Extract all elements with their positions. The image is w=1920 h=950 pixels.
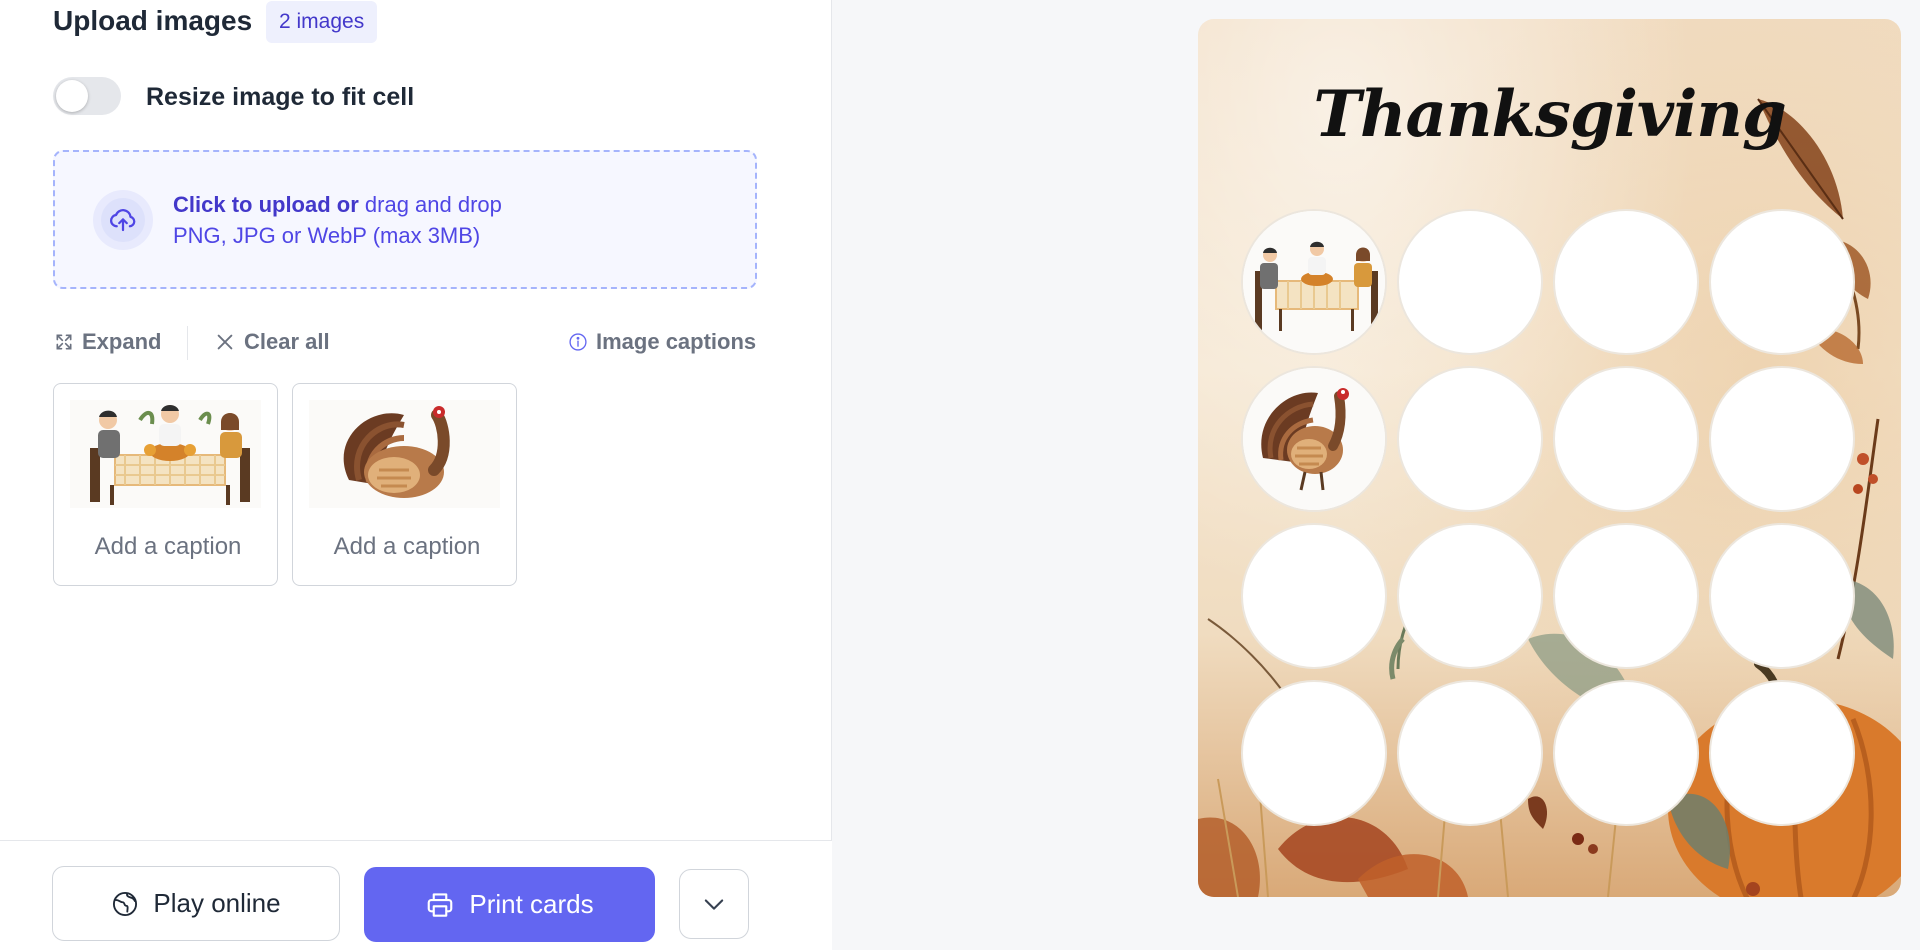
- upload-icon-circle: [93, 190, 153, 250]
- dropzone-formats: PNG, JPG or WebP (max 3MB): [173, 223, 481, 248]
- printer-icon: [428, 892, 453, 917]
- play-online-button[interactable]: Play online: [52, 866, 340, 941]
- image-captions-button[interactable]: Image captions: [568, 327, 756, 357]
- card-cell: [1553, 209, 1699, 355]
- expand-icon: [56, 334, 72, 350]
- thumbnail-card[interactable]: [53, 383, 278, 586]
- print-cards-button[interactable]: Print cards: [364, 867, 655, 942]
- image-count-badge: 2 images: [266, 1, 378, 43]
- card-cell: [1553, 680, 1699, 826]
- drag-drop-text: drag and drop: [358, 192, 502, 217]
- thumbnail-card[interactable]: [292, 383, 517, 586]
- card-cell: [1397, 366, 1543, 512]
- card-cell: [1241, 680, 1387, 826]
- card-cell: [1397, 209, 1543, 355]
- upload-title: Upload images: [53, 5, 253, 36]
- resize-toggle[interactable]: [53, 77, 121, 115]
- card-cell: [1241, 209, 1387, 355]
- card-title: Thanksgiving: [1313, 77, 1786, 152]
- card-cell: [1553, 523, 1699, 669]
- caption-input[interactable]: [303, 524, 511, 570]
- caption-input[interactable]: [64, 524, 272, 570]
- print-cards-label: Print cards: [469, 889, 594, 919]
- globe-icon: [113, 891, 138, 916]
- turkey-image: [1243, 368, 1385, 510]
- dropzone-instructions: Click to upload or drag and drop: [173, 191, 502, 219]
- expand-button[interactable]: Expand: [54, 327, 161, 357]
- toggle-knob: [56, 80, 88, 112]
- chevron-down-icon: [704, 899, 724, 910]
- image-captions-label: Image captions: [596, 329, 757, 354]
- more-options-button[interactable]: [679, 869, 749, 939]
- card-cell: [1709, 680, 1855, 826]
- family-dinner-image: [70, 400, 261, 508]
- clear-all-button[interactable]: Clear all: [214, 327, 330, 357]
- play-online-label: Play online: [153, 888, 281, 918]
- card-cell: [1709, 366, 1855, 512]
- info-icon: [569, 333, 587, 351]
- resize-label: Resize image to fit cell: [146, 83, 415, 111]
- card-cell: [1241, 523, 1387, 669]
- turkey-image: [309, 400, 500, 508]
- action-bar: Play online Print cards: [0, 840, 832, 950]
- settings-panel: Upload images 2 images Resize image to f…: [0, 0, 832, 950]
- family-dinner-image: [1243, 211, 1385, 353]
- card-cell: [1709, 523, 1855, 669]
- card-cell: [1709, 209, 1855, 355]
- close-icon: [217, 334, 233, 350]
- card-cell: [1397, 680, 1543, 826]
- card-cell: [1241, 366, 1387, 512]
- card-cell: [1553, 366, 1699, 512]
- bingo-card-preview: Thanksgiving: [1198, 19, 1901, 897]
- toolbar-divider: [187, 326, 188, 360]
- upload-dropzone[interactable]: Click to upload or drag and drop PNG, JP…: [53, 150, 757, 289]
- clear-all-label: Clear all: [244, 329, 330, 354]
- card-cell: [1397, 523, 1543, 669]
- cloud-upload-icon: [101, 198, 145, 242]
- click-to-upload-link[interactable]: Click to upload or: [173, 192, 359, 217]
- expand-label: Expand: [82, 329, 162, 354]
